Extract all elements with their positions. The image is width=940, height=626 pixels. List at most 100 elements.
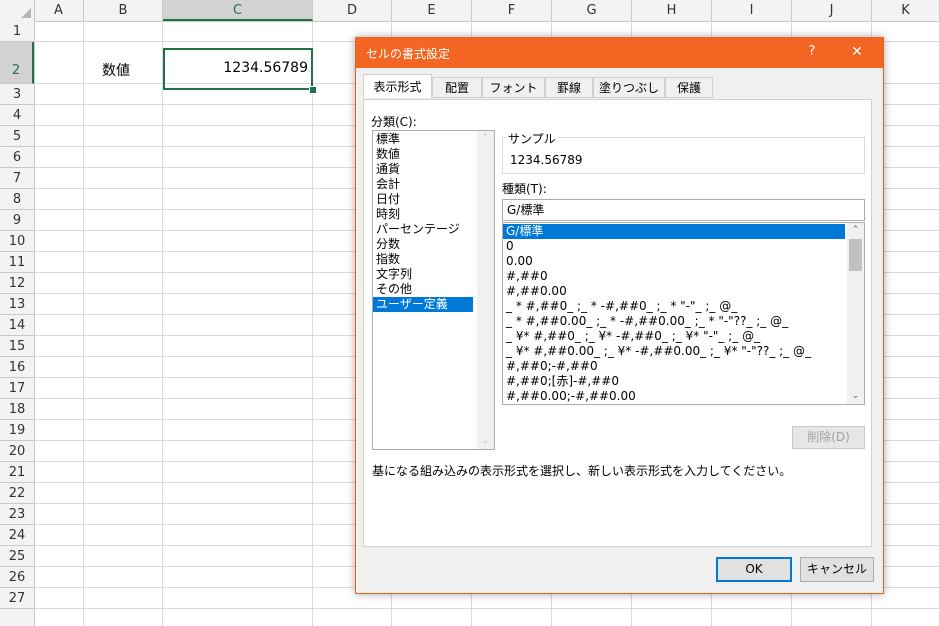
column-header-f[interactable]: F	[472, 0, 552, 21]
column-header-g[interactable]: G	[552, 0, 632, 21]
row-header-13[interactable]: 13	[0, 294, 34, 315]
select-all-corner[interactable]	[0, 0, 35, 21]
category-item[interactable]: 指数	[373, 252, 494, 267]
ok-button[interactable]: OK	[716, 557, 792, 582]
scroll-up-arrow-icon[interactable]: ⌃	[847, 223, 864, 238]
column-header-e[interactable]: E	[392, 0, 472, 21]
row-header-12[interactable]: 12	[0, 273, 34, 294]
column-header-d[interactable]: D	[313, 0, 392, 21]
row-header-8[interactable]: 8	[0, 189, 34, 210]
tab-number[interactable]: 表示形式	[363, 74, 432, 98]
row-header-1[interactable]: 1	[0, 21, 34, 42]
category-label: 分類(C):	[371, 115, 417, 129]
column-gridline	[312, 21, 313, 626]
scroll-down-arrow-icon[interactable]: ⌄	[847, 389, 864, 404]
scroll-thumb[interactable]	[849, 239, 862, 271]
row-header-7[interactable]: 7	[0, 168, 34, 189]
category-item[interactable]: 通貨	[373, 162, 494, 177]
format-item[interactable]: _ ¥* #,##0.00_ ;_ ¥* -#,##0.00_ ;_ ¥* "-…	[503, 344, 864, 359]
tab-font[interactable]: フォント	[482, 77, 545, 98]
row-header-20[interactable]: 20	[0, 441, 34, 462]
row-header-5[interactable]: 5	[0, 126, 34, 147]
row-header-2[interactable]: 2	[0, 42, 34, 84]
format-item[interactable]: #,##0;-#,##0	[503, 359, 864, 374]
row-header-22[interactable]: 22	[0, 483, 34, 504]
format-item[interactable]: #,##0.00	[503, 284, 864, 299]
tab-alignment[interactable]: 配置	[432, 77, 482, 98]
category-item[interactable]: 会計	[373, 177, 494, 192]
column-header-a[interactable]: A	[34, 0, 84, 21]
format-scrollbar[interactable]: ⌃ ⌄	[847, 223, 864, 404]
category-item[interactable]: ユーザー定義	[373, 297, 473, 312]
row-header-24[interactable]: 24	[0, 525, 34, 546]
row-header-23[interactable]: 23	[0, 504, 34, 525]
row-header-3[interactable]: 3	[0, 84, 34, 105]
category-item[interactable]: 数値	[373, 147, 494, 162]
fill-handle[interactable]	[309, 86, 317, 94]
format-item[interactable]: #,##0	[503, 269, 864, 284]
tab-border[interactable]: 罫線	[545, 77, 593, 98]
sample-value: 1234.56789	[510, 153, 583, 167]
close-button[interactable]: ✕	[845, 42, 869, 62]
format-item[interactable]: 0	[503, 239, 864, 254]
row-header-27[interactable]: 27	[0, 588, 34, 609]
category-item[interactable]: 標準	[373, 132, 494, 147]
category-scrollbar[interactable]: ⌃ ⌄	[477, 131, 494, 449]
category-item[interactable]: パーセンテージ	[373, 222, 494, 237]
delete-button[interactable]: 削除(D)	[792, 426, 865, 449]
help-button[interactable]: ?	[802, 42, 822, 62]
row-header-10[interactable]: 10	[0, 231, 34, 252]
row-header-15[interactable]: 15	[0, 336, 34, 357]
column-gridline	[83, 21, 84, 626]
select-all-icon	[21, 8, 31, 18]
column-header-c[interactable]: C	[163, 0, 313, 21]
active-cell-border	[163, 48, 313, 90]
format-item[interactable]: _ ¥* #,##0_ ;_ ¥* -#,##0_ ;_ ¥* "-"_ ;_ …	[503, 329, 864, 344]
sample-label: サンプル	[506, 130, 558, 147]
column-header-k[interactable]: K	[872, 0, 940, 21]
category-item[interactable]: 日付	[373, 192, 494, 207]
format-listbox[interactable]: G/標準 0 0.00 #,##0 #,##0.00 _ * #,##0_ ;_ * -#…	[502, 222, 865, 405]
category-item[interactable]: 分数	[373, 237, 494, 252]
category-item[interactable]: 文字列	[373, 267, 494, 282]
format-item[interactable]: _ * #,##0_ ;_ * -#,##0_ ;_ * "-"_ ;_ @_	[503, 299, 864, 314]
scroll-up-arrow-icon[interactable]: ⌃	[477, 131, 494, 146]
column-header-i[interactable]: I	[712, 0, 792, 21]
cancel-button[interactable]: キャンセル	[800, 557, 874, 582]
row-gridline	[34, 608, 940, 609]
tab-protection[interactable]: 保護	[665, 77, 713, 98]
row-header-21[interactable]: 21	[0, 462, 34, 483]
row-header-17[interactable]: 17	[0, 378, 34, 399]
format-item[interactable]: _ * #,##0.00_ ;_ * -#,##0.00_ ;_ * "-"??…	[503, 314, 864, 329]
row-header-25[interactable]: 25	[0, 546, 34, 567]
row-header-18[interactable]: 18	[0, 399, 34, 420]
description-text: 基になる組み込みの表示形式を選択し、新しい表示形式を入力してください。	[372, 464, 792, 478]
dialog-title: セルの書式設定	[366, 47, 451, 61]
category-item[interactable]: 時刻	[373, 207, 494, 222]
cell-b2[interactable]: 数値	[102, 60, 130, 80]
type-label: 種類(T):	[502, 182, 547, 196]
type-input[interactable]: G/標準	[502, 199, 865, 221]
category-item[interactable]: その他	[373, 282, 494, 297]
format-item[interactable]: #,##0.00;-#,##0.00	[503, 389, 864, 404]
row-header-16[interactable]: 16	[0, 357, 34, 378]
row-header-19[interactable]: 19	[0, 420, 34, 441]
column-header-b[interactable]: B	[84, 0, 163, 21]
number-format-panel: 分類(C): 標準 数値 通貨 会計 日付 時刻 パーセンテージ 分数 指数 文字列 その他 ユーザー…	[363, 99, 872, 547]
row-header-4[interactable]: 4	[0, 105, 34, 126]
row-header-6[interactable]: 6	[0, 147, 34, 168]
format-item[interactable]: #,##0;[赤]-#,##0	[503, 374, 864, 389]
column-header-j[interactable]: J	[792, 0, 872, 21]
column-header-h[interactable]: H	[632, 0, 712, 21]
row-header-9[interactable]: 9	[0, 210, 34, 231]
format-item[interactable]: 0.00	[503, 254, 864, 269]
column-gridline	[162, 21, 163, 626]
row-header-11[interactable]: 11	[0, 252, 34, 273]
format-item[interactable]: G/標準	[503, 224, 845, 239]
category-listbox[interactable]: 標準 数値 通貨 会計 日付 時刻 パーセンテージ 分数 指数 文字列 その他 ユーザー定義 ⌃ ⌄	[372, 130, 495, 450]
tab-fill[interactable]: 塗りつぶし	[593, 77, 665, 98]
scroll-down-arrow-icon[interactable]: ⌄	[477, 434, 494, 449]
row-header-14[interactable]: 14	[0, 315, 34, 336]
row-header-26[interactable]: 26	[0, 567, 34, 588]
dialog-titlebar[interactable]: セルの書式設定 ? ✕	[356, 38, 883, 68]
